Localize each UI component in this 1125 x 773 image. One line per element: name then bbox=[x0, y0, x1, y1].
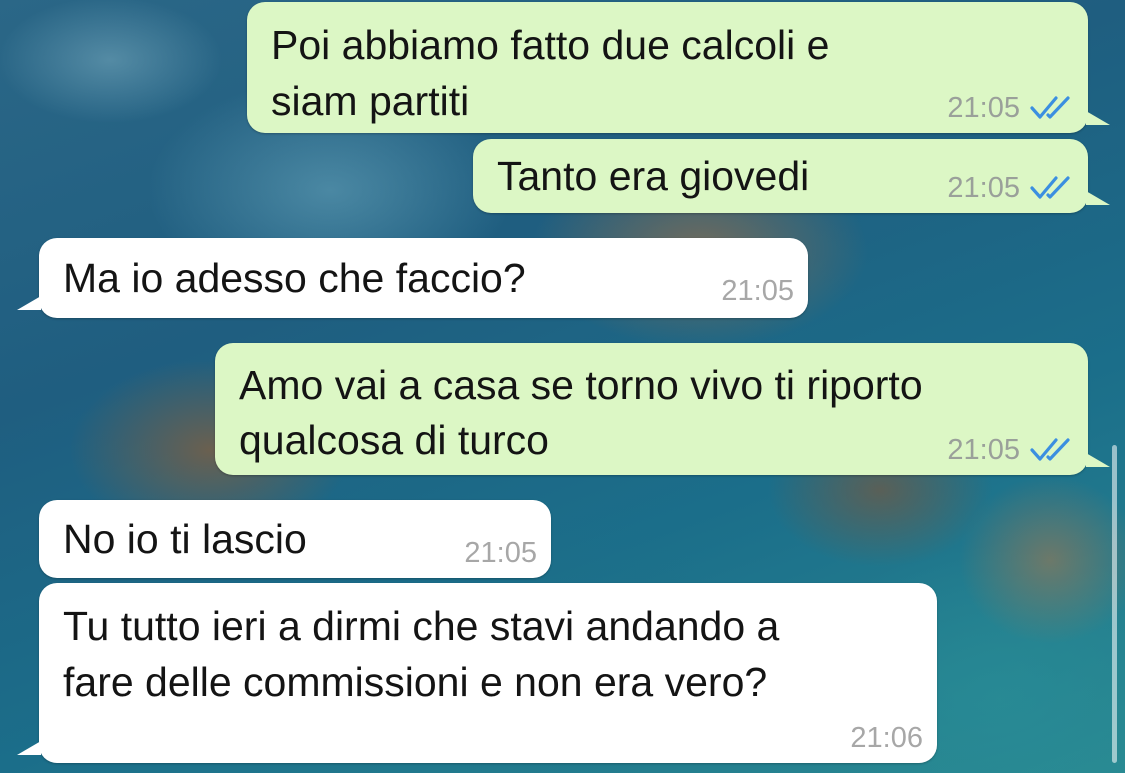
message-meta: 21:05 bbox=[721, 274, 794, 308]
bubble-tail bbox=[1086, 453, 1110, 467]
bubble-tail bbox=[17, 741, 41, 755]
message-text-line: siam partiti bbox=[271, 78, 470, 124]
message-meta: 21:05 bbox=[947, 433, 1074, 467]
message-text-line: Ma io adesso che faccio? bbox=[63, 255, 526, 301]
message-meta: 21:05 bbox=[947, 171, 1074, 205]
message-text-line: Poi abbiamo fatto due calcoli e bbox=[271, 22, 830, 68]
message-bubble-outgoing[interactable]: Amo vai a casa se torno vivo ti riporto … bbox=[215, 343, 1110, 475]
message-meta: 21:05 bbox=[947, 91, 1074, 125]
message-bubble-incoming[interactable]: No io ti lascio 21:05 bbox=[39, 500, 551, 578]
message-bubble-incoming[interactable]: Ma io adesso che faccio? 21:05 bbox=[17, 238, 808, 318]
message-bubble-incoming[interactable]: Tu tutto ieri a dirmi che stavi andando … bbox=[17, 583, 937, 763]
double-check-read-icon bbox=[1030, 438, 1070, 461]
message-time: 21:05 bbox=[947, 92, 1020, 124]
message-text-line: No io ti lascio bbox=[63, 516, 307, 562]
bubble-tail bbox=[1086, 111, 1110, 125]
message-time: 21:05 bbox=[947, 434, 1020, 466]
double-check-read-icon bbox=[1030, 176, 1070, 199]
message-time: 21:06 bbox=[850, 722, 923, 754]
message-time: 21:05 bbox=[947, 172, 1020, 204]
message-meta: 21:06 bbox=[850, 721, 923, 755]
message-text-line: qualcosa di turco bbox=[239, 417, 549, 463]
message-text-line: fare delle commissioni e non era vero? bbox=[63, 659, 768, 705]
message-text-line: Tanto era giovedi bbox=[497, 153, 810, 199]
message-text-line: Tu tutto ieri a dirmi che stavi andando … bbox=[63, 603, 780, 649]
message-text-line: Amo vai a casa se torno vivo ti riporto bbox=[239, 362, 923, 408]
message-bubble-outgoing[interactable]: Poi abbiamo fatto due calcoli e siam par… bbox=[247, 2, 1110, 133]
message-bubble-outgoing[interactable]: Tanto era giovedi 21:05 bbox=[473, 139, 1110, 213]
bubble-tail bbox=[1086, 191, 1110, 205]
bubble-tail bbox=[17, 296, 41, 310]
message-time: 21:05 bbox=[721, 275, 794, 307]
chat-scrollbar[interactable] bbox=[1112, 445, 1117, 763]
message-meta: 21:05 bbox=[464, 536, 537, 570]
double-check-read-icon bbox=[1030, 96, 1070, 119]
message-time: 21:05 bbox=[464, 537, 537, 569]
